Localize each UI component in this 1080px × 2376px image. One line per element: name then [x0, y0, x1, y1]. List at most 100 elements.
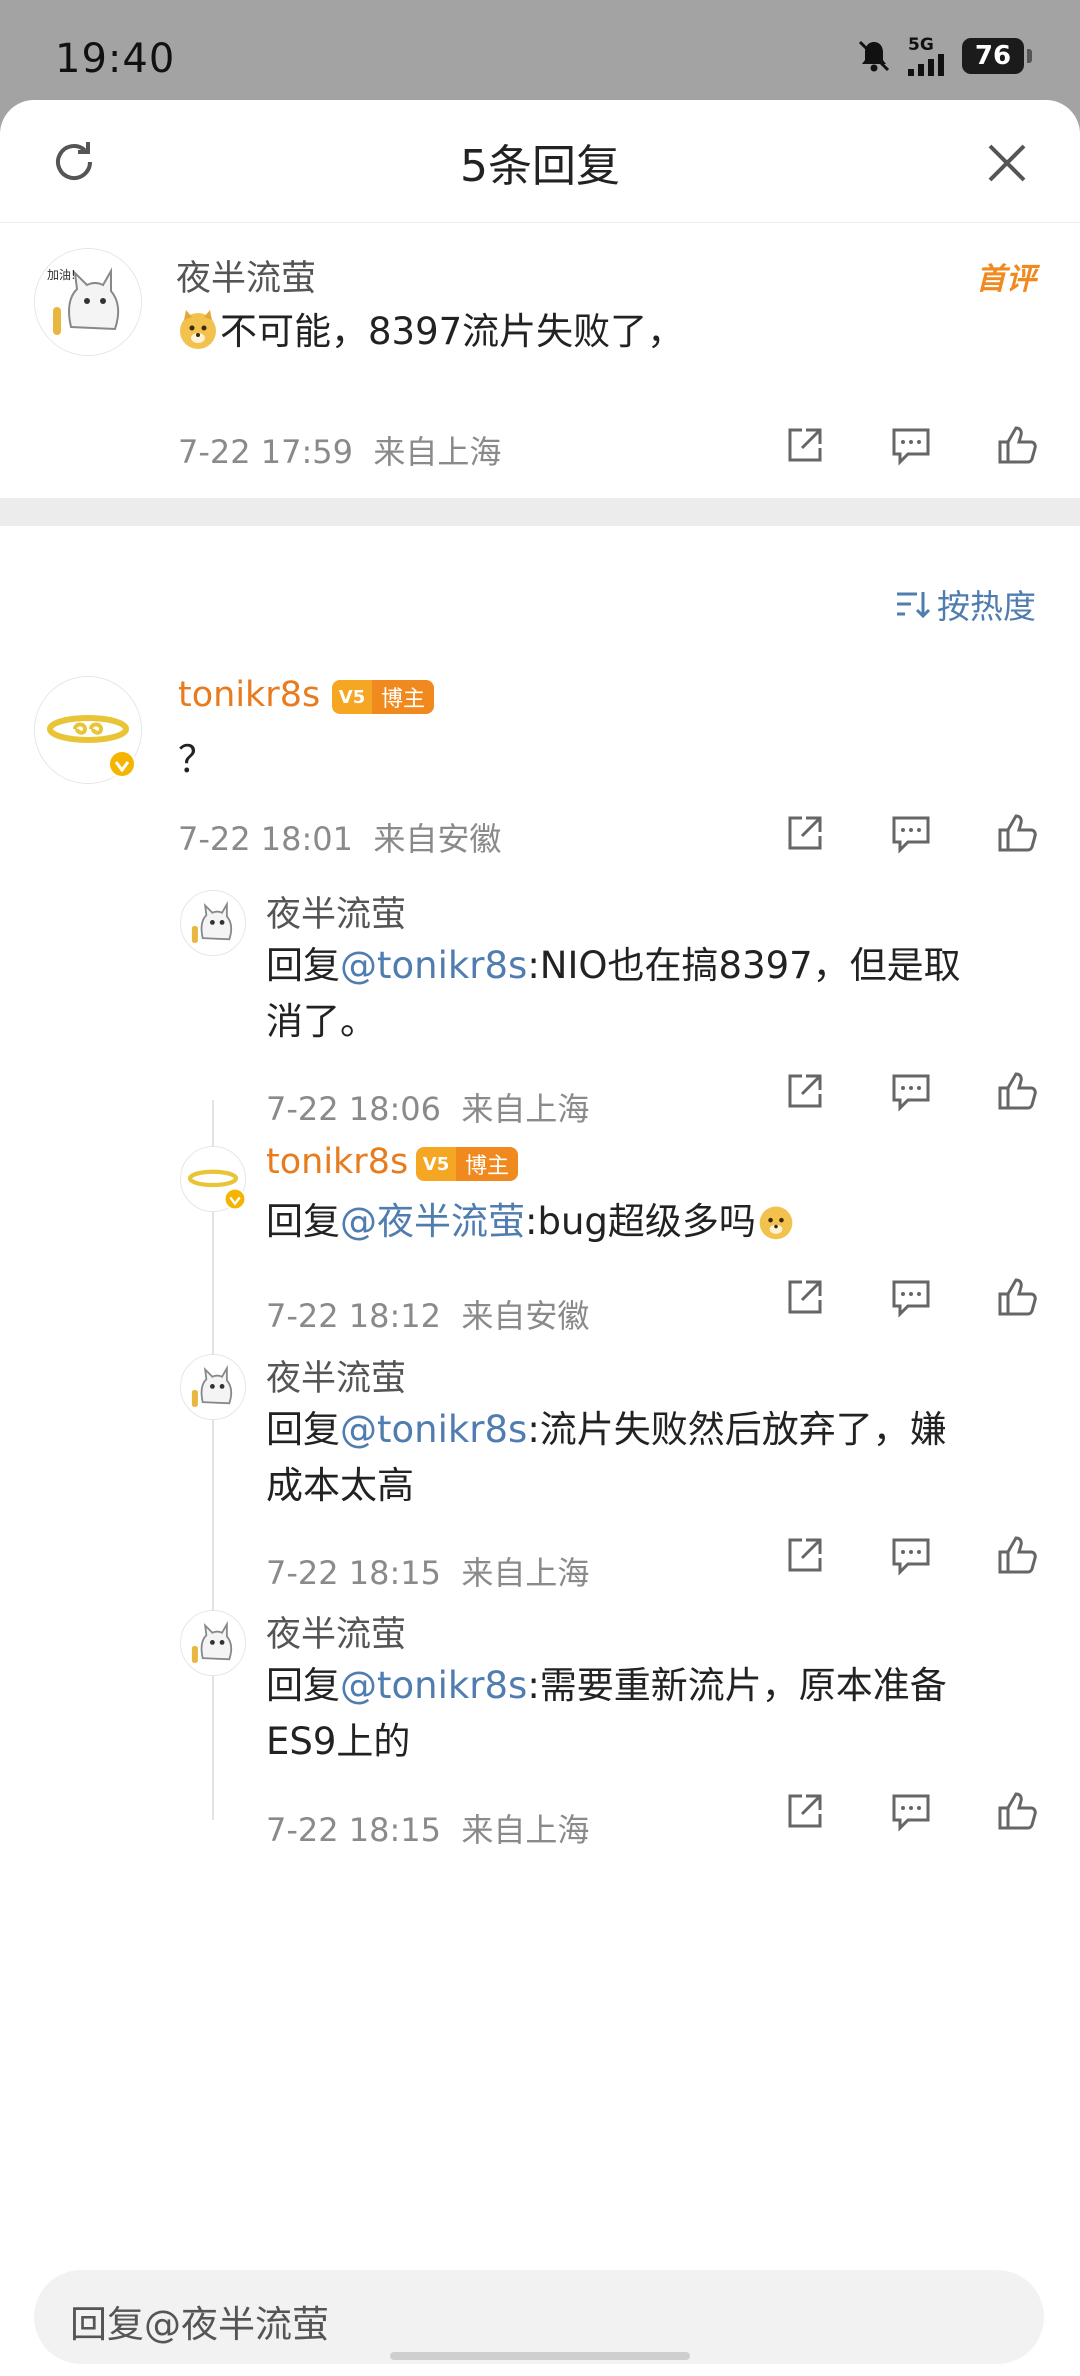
- comment-icon[interactable]: [888, 1788, 934, 1834]
- avatar[interactable]: 加油!: [34, 248, 142, 356]
- reply-text: 回复@夜半流萤:bug超级多吗: [266, 1194, 796, 1250]
- reply-body-line1: :NIO也在搞8397，但是取: [527, 944, 961, 987]
- section-divider: [0, 498, 1080, 526]
- like-icon[interactable]: [994, 1274, 1040, 1320]
- share-icon[interactable]: [782, 1274, 828, 1320]
- status-time: 19:40: [55, 36, 176, 82]
- comment-icon[interactable]: [888, 810, 934, 856]
- reply-input-placeholder: 回复@夜半流萤: [70, 2303, 329, 2346]
- author-name[interactable]: 夜半流萤: [266, 886, 406, 937]
- comment-body: 不可能，8397流片失败了，: [220, 310, 685, 353]
- share-icon[interactable]: [782, 422, 828, 468]
- reply-meta: 7-22 18:06 来自上海: [266, 1084, 589, 1130]
- reply-meta: 7-22 18:15 来自上海: [266, 1805, 589, 1851]
- reply-actions: [782, 1068, 1040, 1114]
- sort-icon: [897, 592, 931, 619]
- comment-icon[interactable]: [888, 1274, 934, 1320]
- reply-prefix: 回复: [266, 1200, 340, 1243]
- blogger-badge: 博主: [456, 1147, 519, 1181]
- cat-avatar-icon: [181, 891, 245, 955]
- cat-avatar-icon: [181, 1611, 245, 1675]
- reply-body-line2: 消了。: [266, 1000, 377, 1043]
- first-comment-badge: 首评: [976, 262, 1036, 297]
- author-name[interactable]: tonikr8s: [178, 675, 320, 715]
- like-icon[interactable]: [994, 810, 1040, 856]
- close-icon[interactable]: [982, 138, 1032, 188]
- author-name[interactable]: 夜半流萤: [176, 250, 316, 301]
- reply-text: 回复@tonikr8s:需要重新流片，原本准备 ES9上的: [266, 1658, 947, 1770]
- sort-label: 按热度: [937, 587, 1036, 626]
- mention-link[interactable]: @夜半流萤: [340, 1200, 525, 1243]
- share-icon[interactable]: [782, 1788, 828, 1834]
- avatar[interactable]: [180, 1354, 246, 1420]
- reply-time: 7-22 18:12: [266, 1297, 442, 1335]
- doge-emoji-icon: [180, 310, 216, 349]
- replies-sheet: 5条回复 加油! 夜半流萤 首评 不可能，8397流片失败了， 7-22 17:…: [0, 100, 1080, 2376]
- share-icon[interactable]: [782, 1532, 828, 1578]
- mention-link[interactable]: @tonikr8s: [340, 944, 527, 987]
- reply-input[interactable]: 回复@夜半流萤: [34, 2270, 1044, 2364]
- cat-avatar-icon: 加油!: [35, 249, 141, 355]
- sort-button[interactable]: 按热度: [895, 580, 1036, 628]
- comment-location: 来自上海: [373, 433, 502, 471]
- reply-body-line1: :需要重新流片，原本准备: [527, 1664, 947, 1707]
- comment-meta: 7-22 17:59 来自上海: [178, 427, 501, 473]
- comment-icon[interactable]: [888, 1068, 934, 1114]
- author-name[interactable]: tonikr8s: [266, 1142, 408, 1182]
- comment-location: 来自安徽: [373, 820, 502, 858]
- comment-actions: [782, 422, 1040, 468]
- level-badge: V5: [332, 680, 372, 714]
- reply-time: 7-22 18:15: [266, 1811, 442, 1849]
- reply-text: 回复@tonikr8s:流片失败然后放弃了，嫌 成本太高: [266, 1402, 947, 1514]
- author-name[interactable]: 夜半流萤: [266, 1606, 406, 1657]
- network-indicator: 5G: [908, 36, 948, 76]
- comment-time: 7-22 18:01: [178, 820, 354, 858]
- comment-icon[interactable]: [888, 422, 934, 468]
- comment-time: 7-22 17:59: [178, 433, 354, 471]
- reply-actions: [782, 1788, 1040, 1834]
- battery-level: 76: [974, 41, 1012, 71]
- home-indicator[interactable]: [390, 2352, 690, 2360]
- reply-location: 来自上海: [461, 1811, 590, 1849]
- avatar[interactable]: [180, 1610, 246, 1676]
- reply-body-line2: 成本太高: [266, 1464, 414, 1507]
- comment-meta: 7-22 18:01 来自安徽: [178, 814, 501, 860]
- like-icon[interactable]: [994, 1532, 1040, 1578]
- reply-time: 7-22 18:15: [266, 1554, 442, 1592]
- comment-actions: [782, 810, 1040, 856]
- verified-badge-icon: [108, 750, 136, 778]
- reply-prefix: 回复: [266, 944, 340, 987]
- mention-link[interactable]: @tonikr8s: [340, 1408, 527, 1451]
- battery-icon: 76: [962, 38, 1032, 74]
- blogger-badge: 博主: [372, 680, 435, 714]
- mention-link[interactable]: @tonikr8s: [340, 1664, 527, 1707]
- page-title: 5条回复: [460, 141, 620, 192]
- comment-text: ？: [178, 738, 215, 781]
- share-icon[interactable]: [782, 810, 828, 856]
- reply-text: 回复@tonikr8s:NIO也在搞8397，但是取 消了。: [266, 938, 961, 1050]
- reply-location: 来自上海: [461, 1554, 590, 1592]
- sheet-header: 5条回复: [0, 100, 1080, 223]
- doge-emoji-icon: [759, 1206, 793, 1240]
- like-icon[interactable]: [994, 1068, 1040, 1114]
- reply-prefix: 回复: [266, 1664, 340, 1707]
- reply-meta: 7-22 18:12 来自安徽: [266, 1291, 589, 1337]
- like-icon[interactable]: [994, 1788, 1040, 1834]
- reply-location: 来自安徽: [461, 1297, 590, 1335]
- status-bar: 19:40 5G 76: [0, 0, 1080, 100]
- reply-body-line1: :bug超级多吗: [525, 1200, 756, 1243]
- author-name[interactable]: 夜半流萤: [266, 1350, 406, 1401]
- reply-body-line1: :流片失败然后放弃了，嫌: [527, 1408, 947, 1451]
- level-badges: V5 博主: [332, 680, 435, 714]
- reply-location: 来自上海: [461, 1090, 590, 1128]
- like-icon[interactable]: [994, 422, 1040, 468]
- svg-text:加油!: 加油!: [47, 268, 76, 282]
- signal-icon: [908, 54, 944, 76]
- reply-meta: 7-22 18:15 来自上海: [266, 1548, 589, 1594]
- reply-prefix: 回复: [266, 1408, 340, 1451]
- status-icons: 5G 76: [854, 34, 1032, 78]
- comment-icon[interactable]: [888, 1532, 934, 1578]
- reply-body-line2: ES9上的: [266, 1720, 411, 1763]
- share-icon[interactable]: [782, 1068, 828, 1114]
- avatar[interactable]: [180, 890, 246, 956]
